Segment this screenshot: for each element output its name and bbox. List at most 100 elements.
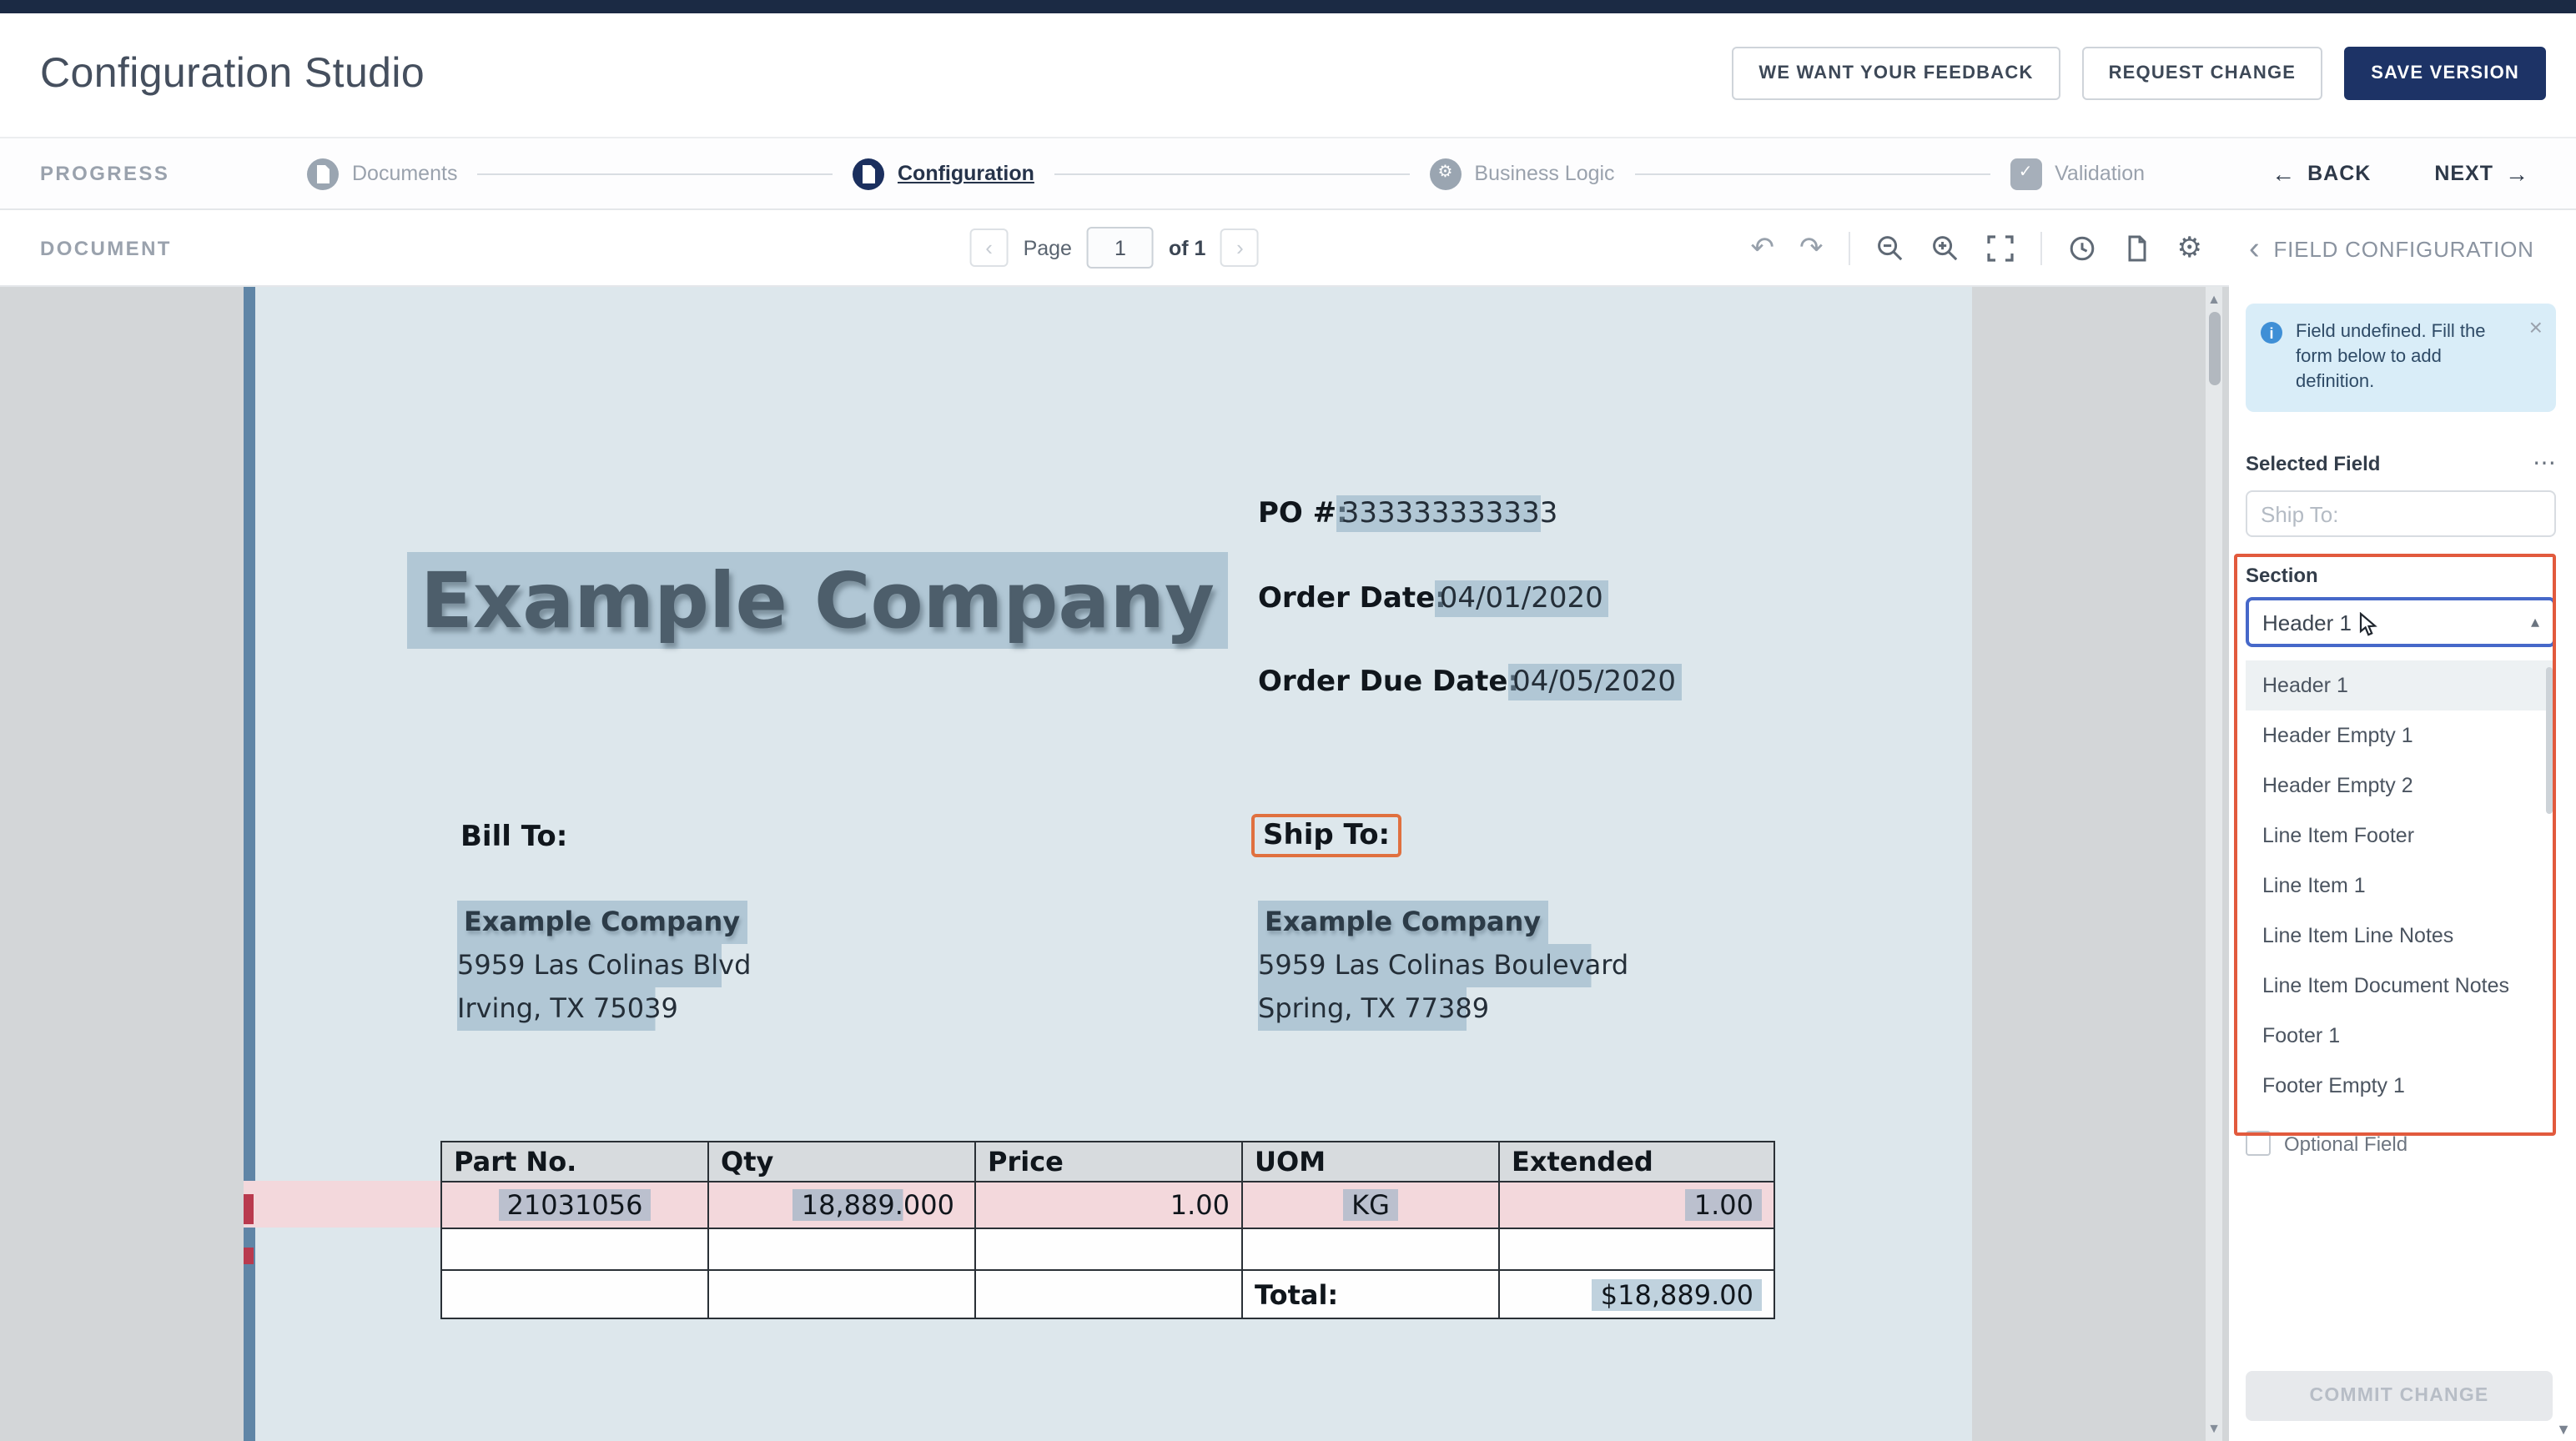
history-icon[interactable] [2067, 233, 2097, 263]
redo-icon[interactable]: ↷ [1799, 233, 1824, 262]
company-title-field[interactable]: Example Company [407, 552, 1228, 649]
save-version-button[interactable]: SAVE VERSION [2344, 47, 2546, 100]
step-business-logic[interactable]: ⚙ Business Logic [1429, 158, 1614, 189]
document-viewer: DOCUMENT ‹ Page of 1 › ↶ ↷ [0, 210, 2229, 1441]
select-caret-icon: ▴ [2531, 613, 2539, 631]
extended-cell: 1.00 [1499, 1182, 1774, 1228]
panel-title: FIELD CONFIGURATION [2273, 236, 2533, 261]
order-due-date-label: Order Due Date: [1258, 665, 1519, 699]
price-cell[interactable]: 1.00 [975, 1182, 1242, 1228]
step-documents[interactable]: Documents [307, 158, 457, 189]
document-label: DOCUMENT [40, 236, 172, 259]
collapse-panel-icon[interactable]: ‹ [2249, 233, 2260, 264]
po-number-row: PO #:333333333333 [1258, 497, 1562, 530]
ship-to-name-field[interactable]: Example Company [1258, 901, 1547, 944]
step-label: Configuration [898, 162, 1034, 185]
progress-bar: PROGRESS Documents Configuration ⚙ Busin… [0, 137, 2576, 210]
option-footer-empty-1[interactable]: Footer Empty 1 [2246, 1061, 2556, 1111]
page-label: Page [1024, 236, 1072, 259]
page-navigation: ‹ Page of 1 › [970, 227, 1260, 269]
prev-page-button[interactable]: ‹ [970, 228, 1009, 267]
viewer-tools: ↶ ↷ [1751, 231, 2203, 264]
order-due-date-field[interactable]: 04/05/2020 [1507, 664, 1681, 700]
optional-field-label: Optional Field [2284, 1132, 2407, 1155]
scrollbar-thumb[interactable] [2208, 312, 2220, 385]
settings-gear-icon[interactable]: ⚙ [2177, 233, 2203, 262]
panel-header: ‹ FIELD CONFIGURATION [2229, 210, 2576, 287]
order-date-field[interactable]: 04/01/2020 [1435, 580, 1608, 617]
panel-body: i Field undefined. Fill the form below t… [2229, 287, 2576, 1441]
option-line-item-document-notes[interactable]: Line Item Document Notes [2246, 961, 2556, 1011]
section-options-list: Header 1 Header Empty 1 Header Empty 2 L… [2246, 660, 2556, 1111]
optional-field-row: Optional Field [2246, 1131, 2556, 1156]
step-connector [477, 173, 833, 174]
configuration-studio-app: Configuration Studio WE WANT YOUR FEEDBA… [0, 0, 2576, 1441]
info-icon: i [2261, 322, 2282, 344]
extended-field[interactable]: 1.00 [1686, 1189, 1762, 1221]
step-configuration[interactable]: Configuration [853, 158, 1034, 189]
bill-to-line2-field[interactable]: Irving, TX 75039 [457, 987, 678, 1031]
back-button[interactable]: ← BACK [2262, 158, 2381, 188]
document-canvas: Example Company PO #:333333333333 Order … [0, 287, 2229, 1441]
undo-icon[interactable]: ↶ [1751, 233, 1775, 262]
ship-to-label-selected[interactable]: Ship To: [1251, 814, 1401, 857]
option-header-empty-1[interactable]: Header Empty 1 [2246, 710, 2556, 761]
bill-to-label[interactable]: Bill To: [460, 821, 567, 854]
toolbar-divider [2040, 231, 2042, 264]
option-line-item-line-notes[interactable]: Line Item Line Notes [2246, 911, 2556, 961]
scroll-down-icon[interactable]: ▼ [2206, 1421, 2222, 1436]
viewer-scrollbar[interactable]: ▲ ▼ [2206, 287, 2222, 1441]
option-line-item-footer[interactable]: Line Item Footer [2246, 811, 2556, 861]
document-icon[interactable] [2122, 233, 2152, 263]
line-item-marker [244, 1194, 254, 1224]
commit-change-button[interactable]: COMMIT CHANGE [2246, 1371, 2553, 1421]
validation-step-icon: ✓ [2010, 158, 2041, 189]
part-no-cell: 21031056 [441, 1182, 708, 1228]
document-toolbar: DOCUMENT ‹ Page of 1 › ↶ ↷ [0, 210, 2229, 287]
options-scrollbar[interactable] [2546, 667, 2553, 814]
option-footer-1[interactable]: Footer 1 [2246, 1011, 2556, 1061]
selected-field-input[interactable] [2246, 490, 2556, 537]
table-header-row: Part No. Qty Price UOM Extended [441, 1142, 1774, 1182]
panel-scroll-down-icon[interactable]: ▼ [2556, 1421, 2571, 1438]
option-line-item-1[interactable]: Line Item 1 [2246, 861, 2556, 911]
selected-field-row: Selected Field ⋯ [2246, 449, 2556, 477]
total-field[interactable]: $18,889.00 [1592, 1278, 1762, 1310]
close-alert-icon[interactable]: × [2529, 314, 2543, 340]
bill-to-name-field[interactable]: Example Company [457, 901, 747, 944]
next-page-button[interactable]: › [1220, 228, 1259, 267]
order-date-row: Order Date:04/01/2020 [1258, 582, 1608, 615]
request-change-button[interactable]: REQUEST CHANGE [2082, 47, 2323, 100]
option-header-empty-2[interactable]: Header Empty 2 [2246, 761, 2556, 811]
step-connector [1054, 173, 1410, 174]
field-options-menu-icon[interactable]: ⋯ [2533, 449, 2556, 477]
part-no-field[interactable]: 21031056 [499, 1189, 652, 1221]
qty-field[interactable]: 18,889.000 [793, 1189, 963, 1221]
bill-to-line1-field[interactable]: 5959 Las Colinas Blvd [457, 944, 751, 987]
feedback-button[interactable]: WE WANT YOUR FEEDBACK [1732, 47, 2060, 100]
ship-to-line2-field[interactable]: Spring, TX 77389 [1258, 987, 1489, 1031]
page-input[interactable] [1087, 227, 1154, 269]
app-header: Configuration Studio WE WANT YOUR FEEDBA… [0, 13, 2576, 133]
option-header-1[interactable]: Header 1 [2246, 660, 2556, 710]
scroll-up-icon[interactable]: ▲ [2206, 292, 2222, 307]
ship-to-block: Example Company 5959 Las Colinas Bouleva… [1258, 901, 1628, 1031]
col-header: Qty [708, 1142, 975, 1182]
page-title: Configuration Studio [40, 49, 425, 98]
uom-cell: KG [1242, 1182, 1499, 1228]
total-label: Total: [1242, 1270, 1499, 1318]
optional-field-checkbox[interactable] [2246, 1131, 2271, 1156]
zoom-in-icon[interactable] [1930, 233, 1960, 263]
uom-field[interactable]: KG [1343, 1189, 1398, 1221]
zoom-out-icon[interactable] [1875, 233, 1905, 263]
step-validation[interactable]: ✓ Validation [2010, 158, 2145, 189]
po-value-field[interactable]: 333333333333 [1336, 495, 1563, 532]
table-total-row: Total: $18,889.00 [441, 1270, 1774, 1318]
section-select[interactable]: Header 1 ▴ [2246, 597, 2556, 647]
configuration-step-icon [853, 158, 884, 189]
back-label: BACK [2307, 162, 2371, 185]
fullscreen-icon[interactable] [1985, 233, 2015, 263]
next-button[interactable]: NEXT → [2424, 158, 2539, 188]
ship-to-line1-field[interactable]: 5959 Las Colinas Boulevard [1258, 944, 1628, 987]
section-label: Section [2246, 564, 2556, 587]
